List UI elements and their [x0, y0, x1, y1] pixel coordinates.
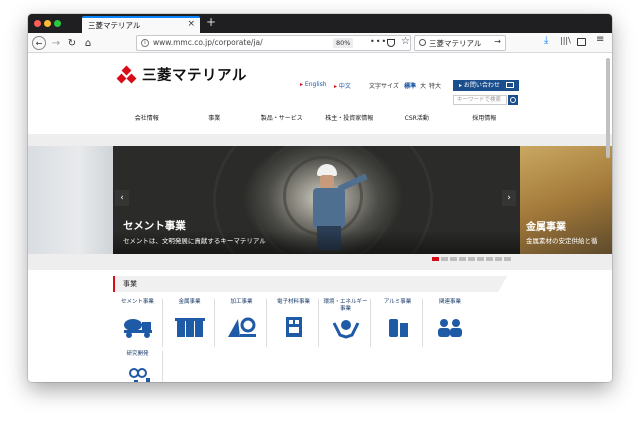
environment-hands-icon — [332, 320, 359, 339]
library-icon[interactable]: |||\ — [560, 36, 571, 45]
biz-label: アルミ事業 — [383, 299, 412, 305]
aluminum-can-icon — [388, 319, 408, 337]
url-text[interactable]: www.mmc.co.jp/corporate/ja/ — [153, 38, 263, 47]
biz-label: 金属事業 — [178, 299, 201, 305]
tab-title: 三菱マテリアル — [88, 21, 141, 30]
next-slide-subtitle: 金属素材の安定供給と循 — [526, 237, 598, 245]
carousel-dot[interactable] — [477, 257, 484, 261]
keyword-search-button[interactable] — [508, 95, 518, 105]
nav-item-csr[interactable]: CSR活動 — [383, 112, 451, 126]
business-research[interactable]: 研究開発 — [113, 351, 163, 382]
carousel-slide-cement[interactable]: セメント事業 セメントは、文明発展に貢献するキーマテリアル — [113, 146, 520, 254]
carousel-dot[interactable] — [441, 257, 448, 261]
business-electronics[interactable]: 電子材料事業 — [269, 299, 319, 347]
tab-strip: 三菱マテリアル × + — [28, 14, 612, 33]
carousel-next-slide[interactable]: 金属事業 金属素材の安定供給と循 — [520, 146, 612, 254]
contact-label: お問い合わせ — [463, 82, 500, 89]
close-window-button[interactable] — [34, 20, 41, 27]
new-tab-button[interactable]: + — [206, 15, 216, 29]
tool-gear-icon — [227, 317, 256, 337]
business-cement[interactable]: セメント事業 — [113, 299, 163, 347]
carousel-dot[interactable] — [450, 257, 457, 261]
company-logo[interactable]: 三菱マテリアル — [116, 64, 247, 85]
hamburger-menu-icon[interactable]: ≡ — [596, 34, 604, 45]
sidebar-toggle-icon[interactable] — [577, 38, 586, 46]
global-nav: 会社情報 事業 製品・サービス 株主・投資家情報 CSR活動 採用情報 — [113, 112, 518, 126]
section-title: 事業 — [123, 280, 137, 288]
minimize-window-button[interactable] — [44, 20, 51, 27]
browser-window: 三菱マテリアル × + ← → ↻ ⌂ i www.mmc.co.jp/corp… — [28, 14, 612, 382]
logo-text: 三菱マテリアル — [142, 68, 247, 84]
carousel-next-arrow-icon[interactable]: › — [502, 190, 516, 206]
reload-button[interactable]: ↻ — [66, 36, 78, 50]
tab-active[interactable]: 三菱マテリアル × — [82, 16, 200, 33]
search-text[interactable]: 三菱マテリアル — [429, 38, 481, 49]
next-slide-title: 金属事業 — [526, 222, 566, 233]
carousel-dot[interactable] — [486, 257, 493, 261]
search-go-icon[interactable]: → — [494, 37, 501, 46]
forward-button[interactable]: → — [50, 36, 62, 50]
pocket-icon[interactable] — [387, 39, 395, 47]
font-size-large[interactable]: 大 — [420, 81, 426, 90]
nav-item-company[interactable]: 会社情報 — [113, 112, 181, 126]
font-size-standard[interactable]: 標準 — [404, 81, 416, 90]
lang-chinese-link[interactable]: 中文 — [334, 81, 351, 90]
bookmark-star-icon[interactable]: ☆ — [401, 36, 410, 47]
carousel-prev-slide[interactable] — [28, 146, 113, 254]
cement-truck-icon — [123, 319, 152, 338]
slide-subtitle: セメントは、文明発展に貢献するキーマテリアル — [123, 237, 266, 245]
tab-close-icon[interactable]: × — [187, 19, 195, 29]
keyword-search-input[interactable]: キーワードで検索 — [453, 95, 507, 105]
nav-item-business[interactable]: 事業 — [181, 112, 249, 126]
nav-item-products[interactable]: 製品・サービス — [248, 112, 316, 126]
metal-ingot-icon — [174, 318, 205, 337]
page-actions-icon[interactable]: ••• — [370, 37, 387, 46]
biz-label: 関連事業 — [438, 299, 461, 305]
business-aluminum[interactable]: アルミ事業 — [373, 299, 423, 347]
slide-title: セメント事業 — [123, 220, 186, 232]
carousel-dot[interactable] — [432, 257, 439, 261]
page-scrollbar[interactable] — [606, 58, 610, 158]
business-related[interactable]: 関連事業 — [425, 299, 475, 347]
maximize-window-button[interactable] — [54, 20, 61, 27]
carousel-dot[interactable] — [468, 257, 475, 261]
nav-toolbar: ← → ↻ ⌂ i www.mmc.co.jp/corporate/ja/ 80… — [28, 33, 612, 53]
business-environment[interactable]: 環境・エネルギー事業 — [321, 299, 371, 347]
biz-label: 加工事業 — [230, 299, 253, 305]
carousel-indicators — [432, 257, 511, 261]
carousel-dot[interactable] — [495, 257, 502, 261]
font-size-label: 文字サイズ — [369, 83, 399, 90]
research-chart-icon — [128, 368, 150, 382]
electronics-chip-icon — [285, 317, 302, 337]
carousel-prev-arrow-icon[interactable]: ‹ — [115, 190, 129, 206]
biz-label: 電子材料事業 — [276, 299, 310, 305]
info-icon[interactable]: i — [141, 39, 149, 47]
download-icon[interactable]: ⤓ — [544, 35, 548, 46]
zoom-level-button[interactable]: 80% — [333, 38, 354, 48]
nav-item-recruit[interactable]: 採用情報 — [451, 112, 519, 126]
business-processing[interactable]: 加工事業 — [217, 299, 267, 347]
three-diamonds-logo-icon — [116, 65, 138, 83]
carousel-dot[interactable] — [504, 257, 511, 261]
business-metal[interactable]: 金属事業 — [165, 299, 215, 347]
back-button[interactable]: ← — [32, 36, 46, 50]
home-button[interactable]: ⌂ — [82, 36, 94, 50]
contact-button[interactable]: ▸ お問い合わせ — [453, 80, 519, 91]
font-size-xlarge[interactable]: 特大 — [429, 81, 441, 90]
biz-label: セメント事業 — [121, 299, 154, 305]
web-page: 三菱マテリアル English 中文 文字サイズ 標準 大 特大 ▸ お問い合わ… — [28, 54, 612, 382]
search-bar[interactable]: 三菱マテリアル → — [414, 35, 506, 51]
biz-label: 環境・エネルギー事業 — [323, 299, 368, 312]
lang-english-link[interactable]: English — [300, 81, 327, 88]
carousel-dot[interactable] — [459, 257, 466, 261]
mail-icon — [506, 82, 514, 88]
nav-item-investors[interactable]: 株主・投資家情報 — [316, 112, 384, 126]
people-icon — [438, 319, 462, 337]
search-icon — [419, 39, 426, 46]
url-bar[interactable]: i www.mmc.co.jp/corporate/ja/ 80% ••• ☆ — [136, 35, 411, 51]
biz-label: 研究開発 — [126, 351, 149, 357]
section-header-business: 事業 — [113, 276, 528, 292]
